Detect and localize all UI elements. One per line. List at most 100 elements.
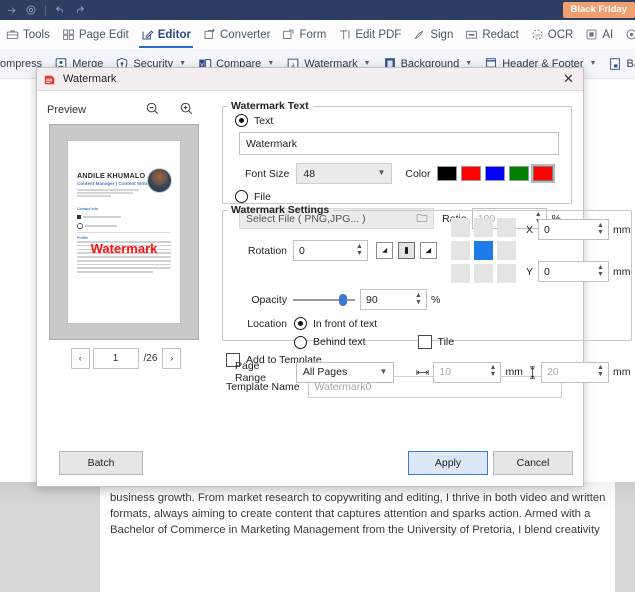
- page-range-label: Page Range: [235, 360, 290, 384]
- chevron-down-icon[interactable]: ▼: [179, 60, 186, 67]
- position-cell-middle-left[interactable]: [451, 241, 470, 260]
- tile-vertical-spacing-input[interactable]: 20 ▲▼: [541, 362, 609, 383]
- y-value: 0: [544, 266, 550, 278]
- zoom-in-icon[interactable]: [179, 101, 194, 116]
- rotation-input[interactable]: 0 ▲▼: [293, 240, 368, 261]
- font-and-color-row: Font Size 48 ▼ Color: [245, 163, 571, 184]
- text-radio[interactable]: [235, 114, 248, 127]
- position-cell-top-center[interactable]: [474, 218, 493, 237]
- rotation-stepper[interactable]: ▲▼: [353, 241, 366, 258]
- color-swatch-red[interactable]: [461, 166, 481, 181]
- custom-rotation-icon[interactable]: [420, 242, 437, 259]
- position-cell-bottom-center[interactable]: [474, 264, 493, 283]
- position-cell-middle-right[interactable]: [497, 241, 516, 260]
- page-range-value: All Pages: [303, 366, 347, 378]
- toolbar-tab-edit-pdf[interactable]: Edit PDF: [332, 20, 407, 49]
- diagonal-rotation-icon[interactable]: [376, 242, 393, 259]
- resume-name: ANDILE KHUMALO: [77, 171, 145, 180]
- position-cell-top-right[interactable]: [497, 218, 516, 237]
- tile-horizontal-spacing-input[interactable]: 10 ▲▼: [433, 362, 501, 383]
- file-radio[interactable]: [235, 190, 248, 203]
- redo-icon[interactable]: [71, 2, 89, 18]
- x-stepper[interactable]: ▲▼: [594, 220, 607, 237]
- page-number-input[interactable]: 1: [93, 348, 139, 369]
- page-range-select[interactable]: All Pages ▼: [296, 362, 395, 383]
- position-cell-bottom-right[interactable]: [497, 264, 516, 283]
- opacity-slider[interactable]: [293, 293, 355, 307]
- y-stepper[interactable]: ▲▼: [594, 262, 607, 279]
- zoom-out-icon[interactable]: [145, 101, 160, 116]
- location-front-row: Location In front of text: [235, 317, 631, 330]
- tile-v-value: 20: [547, 366, 559, 378]
- convert-icon: [203, 28, 216, 41]
- watermark-dialog: Watermark ✕ Preview ANDILE KHUMALO Conte…: [36, 67, 584, 487]
- resume-divider: [77, 232, 171, 233]
- watermark-text-input[interactable]: Watermark: [239, 132, 559, 155]
- prev-page-button[interactable]: ‹: [71, 348, 90, 369]
- location-behind-radio[interactable]: [294, 336, 307, 349]
- toolbar-tab-page-display[interactable]: Page Display: [619, 20, 635, 49]
- toolbar-tab-page-edit[interactable]: Page Edit: [56, 20, 135, 49]
- offset-fields: X 0 ▲▼ mm Y 0 ▲▼: [526, 219, 631, 282]
- close-icon[interactable]: ✕: [561, 71, 576, 86]
- toolbar-tab-ai[interactable]: AI: [579, 20, 619, 49]
- vertical-rotation-icon[interactable]: [398, 242, 415, 259]
- nav-icon[interactable]: [2, 2, 20, 18]
- dialog-title-bar: Watermark ✕: [37, 68, 583, 91]
- color-swatch-green[interactable]: [509, 166, 529, 181]
- opacity-unit: %: [431, 294, 440, 306]
- font-size-select[interactable]: 48 ▼: [296, 163, 392, 184]
- color-swatch-black[interactable]: [437, 166, 457, 181]
- x-offset-input[interactable]: 0 ▲▼: [538, 219, 609, 240]
- chevron-down-icon[interactable]: ▼: [364, 60, 371, 67]
- tile-v-unit: mm: [613, 366, 631, 378]
- toolbar-tab-converter[interactable]: Converter: [197, 20, 277, 49]
- page-total-label: /26: [144, 353, 158, 364]
- color-swatch-current[interactable]: [533, 166, 553, 181]
- black-friday-promo-badge[interactable]: Black Friday: [563, 2, 635, 18]
- bates-icon: [608, 57, 622, 71]
- opacity-stepper[interactable]: ▲▼: [412, 290, 425, 307]
- undo-icon[interactable]: [51, 2, 69, 18]
- toolbar-tab-ocr[interactable]: ocr OCR: [525, 20, 580, 49]
- opacity-input[interactable]: 90 ▲▼: [360, 289, 427, 310]
- next-page-button[interactable]: ›: [162, 348, 181, 369]
- color-label: Color: [405, 168, 430, 180]
- file-source-radio-row[interactable]: File: [235, 190, 571, 203]
- chevron-down-icon[interactable]: ▼: [465, 60, 472, 67]
- toolbar-tab-label: Page Edit: [79, 29, 129, 41]
- tile-h-stepper[interactable]: ▲▼: [486, 363, 499, 380]
- y-offset-input[interactable]: 0 ▲▼: [538, 261, 609, 282]
- batch-button[interactable]: Batch: [59, 451, 143, 475]
- toolbar-tab-tools[interactable]: Tools: [0, 20, 56, 49]
- y-label: Y: [526, 266, 533, 278]
- opacity-slider-thumb[interactable]: [339, 294, 347, 306]
- vertical-spacing-icon: [528, 366, 537, 379]
- tile-checkbox[interactable]: [418, 335, 432, 349]
- chevron-down-icon[interactable]: ▼: [267, 60, 274, 67]
- position-cell-middle-center[interactable]: [474, 241, 493, 260]
- position-cell-bottom-left[interactable]: [451, 264, 470, 283]
- toolbar-tab-form[interactable]: Form: [276, 20, 332, 49]
- text-source-radio-row[interactable]: Text: [235, 114, 571, 127]
- preview-page-frame[interactable]: ANDILE KHUMALO Content Manager | Content…: [49, 124, 199, 340]
- tile-h-value: 10: [439, 366, 451, 378]
- tile-v-stepper[interactable]: ▲▼: [594, 363, 607, 380]
- toolbar-button-bates-numbers[interactable]: Bates Numbers ▼: [602, 49, 635, 78]
- position-cell-top-left[interactable]: [451, 218, 470, 237]
- toolbar-tab-sign[interactable]: Sign: [407, 20, 459, 49]
- apply-button[interactable]: Apply: [408, 451, 488, 475]
- location-front-label: In front of text: [313, 318, 377, 330]
- toolbar-tab-editor[interactable]: Editor: [135, 20, 197, 49]
- form-icon: [282, 28, 295, 41]
- location-front-radio[interactable]: [294, 317, 307, 330]
- cancel-button[interactable]: Cancel: [493, 451, 573, 475]
- toolbar-tab-label: Tools: [23, 29, 50, 41]
- settings-icon[interactable]: [22, 2, 40, 18]
- toolbar-tab-redact[interactable]: Redact: [459, 20, 524, 49]
- chevron-down-icon[interactable]: ▼: [590, 60, 597, 67]
- x-unit: mm: [613, 224, 631, 236]
- ocr-icon: ocr: [531, 28, 544, 41]
- color-swatches: [437, 166, 553, 181]
- color-swatch-blue[interactable]: [485, 166, 505, 181]
